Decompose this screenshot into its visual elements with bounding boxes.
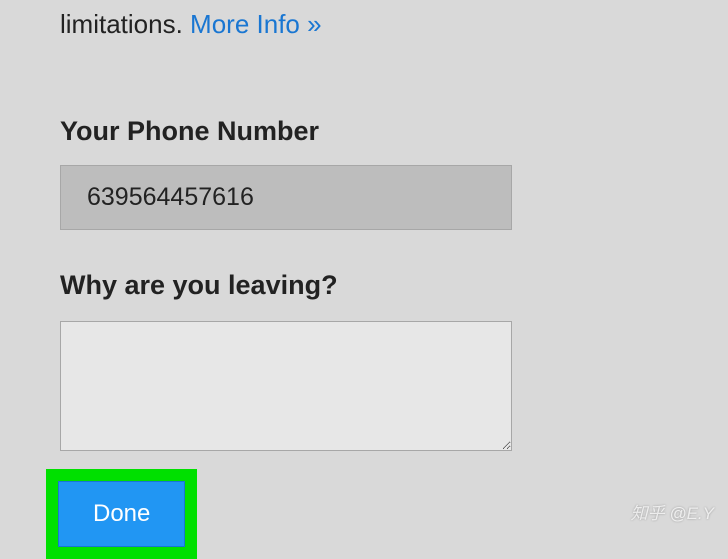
done-highlight: Done	[46, 469, 197, 559]
watermark: 知乎 @E.Y	[631, 499, 714, 524]
more-info-link[interactable]: More Info »	[190, 9, 322, 39]
reason-label: Why are you leaving?	[60, 270, 668, 301]
intro-prefix: limitations.	[60, 9, 190, 39]
phone-input[interactable]	[60, 165, 512, 230]
intro-text: limitations. More Info »	[60, 6, 668, 42]
reason-textarea[interactable]	[60, 321, 512, 451]
done-button[interactable]: Done	[58, 481, 185, 547]
phone-label: Your Phone Number	[60, 116, 668, 147]
